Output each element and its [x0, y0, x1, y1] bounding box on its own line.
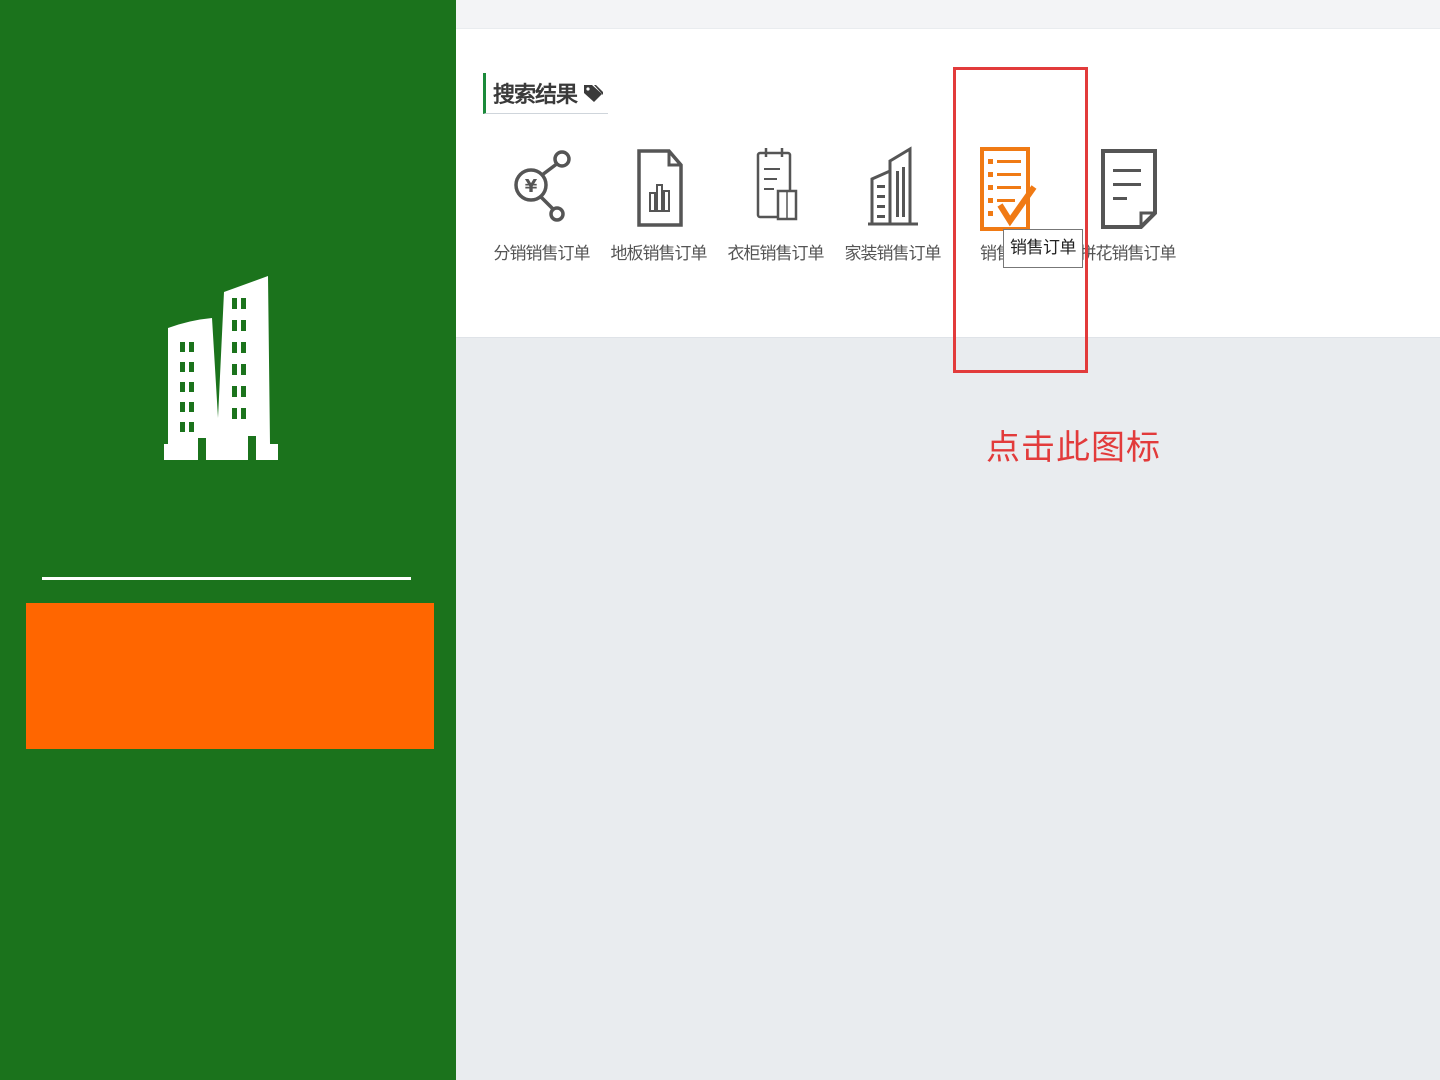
sidebar-orange-block: [26, 603, 434, 749]
app-label: 分销销售订单: [493, 244, 591, 264]
floor-document-icon: [637, 149, 683, 227]
app-home-decor-sales-order[interactable]: 家装销售订单: [834, 145, 951, 275]
building-icon: [868, 146, 918, 226]
section-title-text: 搜索结果: [493, 83, 578, 108]
app-distribution-sales-order[interactable]: ¥ 分销销售订单: [483, 145, 600, 275]
sidebar-divider: [42, 577, 411, 580]
app-label: 地板销售订单: [610, 244, 708, 264]
callout-text: 点击此图标: [986, 428, 1161, 468]
sidebar: [0, 0, 456, 1080]
wardrobe-clipboard-icon: [756, 148, 798, 221]
app-floor-sales-order[interactable]: 地板销售订单: [600, 145, 717, 275]
svg-text:¥: ¥: [525, 176, 538, 197]
highlight-box: [953, 67, 1088, 373]
section-title: 搜索结果: [483, 73, 609, 114]
app-label: 衣柜销售订单: [727, 244, 825, 264]
building-icon: [164, 276, 278, 460]
tag-icon: [584, 85, 604, 102]
app-label: 家装销售订单: [844, 244, 942, 264]
distribution-yuan-icon: ¥: [514, 150, 571, 222]
top-strip: [456, 0, 1440, 28]
main-content: 搜索结果 ¥ 分销销售订单 地板销售订单 衣柜销售订单 家装销售订单 销售 拼花…: [456, 0, 1440, 1080]
document-icon: [1101, 149, 1157, 229]
search-results-panel: 搜索结果 ¥ 分销销售订单 地板销售订单 衣柜销售订单 家装销售订单 销售 拼花…: [456, 29, 1440, 338]
app-wardrobe-sales-order[interactable]: 衣柜销售订单: [717, 145, 834, 275]
